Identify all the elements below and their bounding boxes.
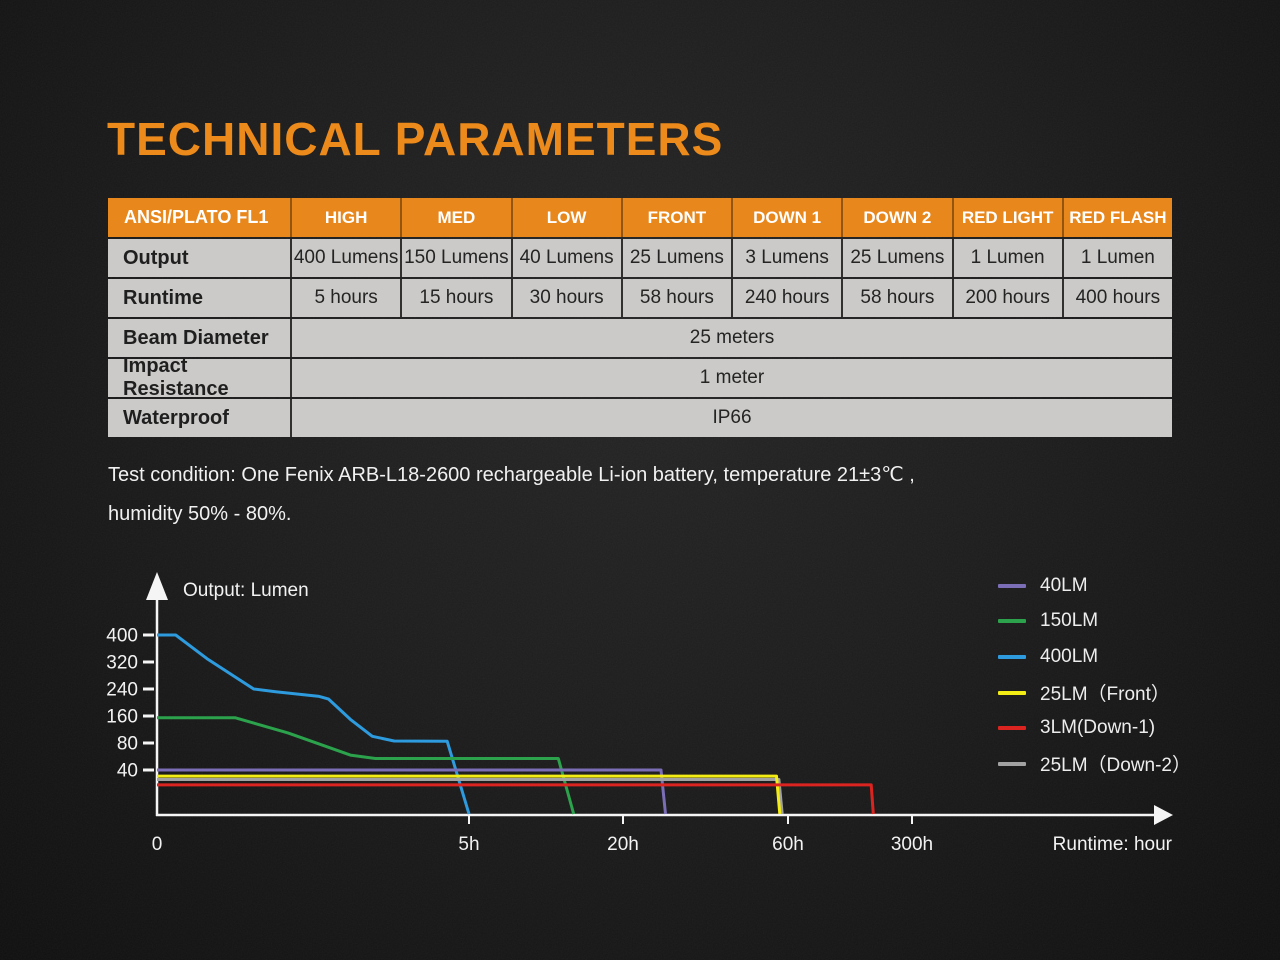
legend-swatch	[998, 726, 1026, 730]
x-tick-label: 5h	[458, 834, 479, 855]
legend-swatch	[998, 619, 1026, 623]
y-tick-label: 320	[106, 653, 138, 674]
chart-title: Output: Lumen	[183, 580, 309, 601]
legend-swatch	[998, 584, 1026, 588]
chart-legend: 40LM 150LM 400LM 25LM（Front） 3LM(Down-1) 25LM…	[998, 568, 1191, 782]
x-tick-label: 60h	[772, 834, 804, 855]
legend-label: 40LM	[1040, 575, 1088, 597]
legend-item: 150LM	[998, 604, 1191, 640]
x-axis-arrow	[1154, 805, 1173, 825]
x-tick-label: 20h	[607, 834, 639, 855]
series-line-3LM-Down-1-	[157, 785, 873, 814]
legend-swatch	[998, 691, 1026, 695]
runtime-chart: 400320240160804005h20h60h300hOutput: Lum…	[0, 0, 1280, 960]
legend-label: 3LM(Down-1)	[1040, 717, 1155, 739]
y-axis-arrow	[146, 572, 168, 600]
legend-swatch	[998, 762, 1026, 766]
x-tick-label: 300h	[891, 834, 933, 855]
y-tick-label: 160	[106, 707, 138, 728]
legend-item: 400LM	[998, 639, 1191, 675]
technical-parameters-page: TECHNICAL PARAMETERS ANSI/PLATO FL1HIGHM…	[0, 0, 1280, 960]
legend-label: 400LM	[1040, 646, 1098, 668]
legend-label: 150LM	[1040, 610, 1098, 632]
legend-item: 3LM(Down-1)	[998, 710, 1191, 746]
legend-item: 40LM	[998, 568, 1191, 604]
legend-item: 25LM（Down-2）	[998, 746, 1191, 782]
y-tick-label: 240	[106, 680, 138, 701]
y-tick-label: 400	[106, 626, 138, 647]
series-line-400LM	[157, 635, 469, 814]
x-axis-title: Runtime: hour	[1053, 834, 1173, 855]
y-tick-label: 40	[117, 761, 138, 782]
legend-swatch	[998, 655, 1026, 659]
x-tick-label: 0	[152, 834, 163, 855]
legend-label: 25LM（Down-2）	[1040, 750, 1191, 777]
y-tick-label: 80	[117, 734, 138, 755]
legend-label: 25LM（Front）	[1040, 679, 1170, 706]
legend-item: 25LM（Front）	[998, 675, 1191, 711]
